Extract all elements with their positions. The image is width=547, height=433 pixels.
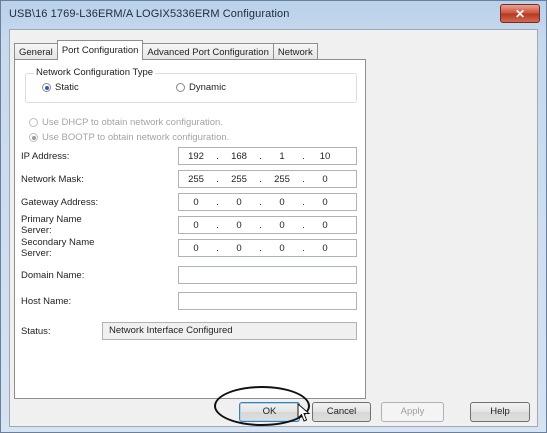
gateway-address-label: Gateway Address: bbox=[21, 197, 99, 208]
bootp-radio: Use BOOTP to obtain network configuratio… bbox=[29, 132, 229, 143]
secondary-name-server-label: Secondary Name Server: bbox=[21, 237, 94, 259]
tab-advanced-port-configuration[interactable]: Advanced Port Configuration bbox=[142, 43, 274, 60]
window-title: USB\16 1769-L36ERM/A LOGIX5336ERM Config… bbox=[9, 8, 290, 20]
gateway-octet-4: 0 bbox=[322, 196, 328, 208]
mask-octet-2: 255 bbox=[231, 173, 247, 185]
primary-name-server-label: Primary Name Server: bbox=[21, 214, 82, 236]
ip-octet-2: 168 bbox=[231, 150, 247, 162]
mask-octet-3: 255 bbox=[274, 173, 290, 185]
network-mask-label: Network Mask: bbox=[21, 174, 84, 185]
secondary-label-line-1: Secondary Name bbox=[21, 237, 95, 248]
primary-octet-1: 0 bbox=[193, 219, 199, 231]
cancel-button[interactable]: Cancel bbox=[312, 402, 371, 422]
gateway-octet-1: 0 bbox=[193, 196, 199, 208]
primary-label-line-2: Server: bbox=[21, 225, 52, 236]
ip-octet-3: 1 bbox=[279, 150, 285, 162]
primary-octet-3: 0 bbox=[279, 219, 285, 231]
static-radio[interactable]: Static bbox=[42, 82, 79, 93]
radio-selected-icon bbox=[42, 83, 51, 92]
secondary-octet-4: 0 bbox=[322, 242, 328, 254]
secondary-name-server-field[interactable]: 0. 0. 0. 0 bbox=[178, 239, 357, 257]
status-label: Status: bbox=[21, 326, 51, 337]
close-button[interactable]: ✕ bbox=[500, 4, 540, 23]
mask-octet-1: 255 bbox=[188, 173, 204, 185]
secondary-octet-2: 0 bbox=[236, 242, 242, 254]
tab-network[interactable]: Network bbox=[272, 43, 318, 60]
mouse-pointer-icon bbox=[297, 403, 311, 422]
tab-port-configuration[interactable]: Port Configuration bbox=[56, 40, 144, 60]
radio-icon bbox=[176, 83, 185, 92]
help-button[interactable]: Help bbox=[470, 402, 530, 422]
radio-icon bbox=[29, 118, 38, 127]
host-name-label: Host Name: bbox=[21, 296, 72, 307]
ip-address-field[interactable]: 192. 168. 1. 10 bbox=[178, 147, 357, 165]
group-label: Network Configuration Type bbox=[34, 67, 156, 78]
dialog-body: General Port Configuration Advanced Port… bbox=[9, 29, 538, 427]
secondary-octet-1: 0 bbox=[193, 242, 199, 254]
dynamic-label: Dynamic bbox=[189, 82, 226, 93]
ip-octet-1: 192 bbox=[188, 150, 204, 162]
status-field: Network Interface Configured bbox=[102, 322, 357, 340]
domain-name-label: Domain Name: bbox=[21, 270, 85, 281]
bootp-label: Use BOOTP to obtain network configuratio… bbox=[42, 132, 230, 143]
domain-name-field[interactable] bbox=[178, 266, 357, 284]
primary-label-line-1: Primary Name bbox=[21, 214, 82, 225]
port-configuration-page: Network Configuration Type Static Dynami… bbox=[14, 59, 366, 399]
gateway-octet-2: 0 bbox=[236, 196, 242, 208]
network-configuration-type-group: Network Configuration Type Static Dynami… bbox=[25, 67, 357, 103]
primary-name-server-field[interactable]: 0. 0. 0. 0 bbox=[178, 216, 357, 234]
primary-octet-4: 0 bbox=[322, 219, 328, 231]
tab-strip: General Port Configuration Advanced Port… bbox=[14, 40, 318, 60]
static-label: Static bbox=[55, 82, 79, 93]
ip-octet-4: 10 bbox=[319, 150, 331, 162]
close-icon: ✕ bbox=[514, 7, 526, 21]
title-bar[interactable]: USB\16 1769-L36ERM/A LOGIX5336ERM Config… bbox=[1, 1, 546, 29]
tab-general[interactable]: General bbox=[14, 43, 58, 60]
dhcp-radio: Use DHCP to obtain network configuration… bbox=[29, 117, 223, 128]
apply-button: Apply bbox=[381, 402, 444, 422]
secondary-label-line-2: Server: bbox=[21, 248, 52, 259]
network-mask-field[interactable]: 255. 255. 255. 0 bbox=[178, 170, 357, 188]
host-name-field[interactable] bbox=[178, 292, 357, 310]
gateway-octet-3: 0 bbox=[279, 196, 285, 208]
dynamic-radio[interactable]: Dynamic bbox=[176, 82, 226, 93]
config-dialog: USB\16 1769-L36ERM/A LOGIX5336ERM Config… bbox=[0, 0, 547, 433]
secondary-octet-3: 0 bbox=[279, 242, 285, 254]
highlight-circle bbox=[214, 386, 310, 426]
dhcp-label: Use DHCP to obtain network configuration… bbox=[42, 117, 223, 128]
mask-octet-4: 0 bbox=[322, 173, 328, 185]
ip-address-label: IP Address: bbox=[21, 151, 70, 162]
gateway-address-field[interactable]: 0. 0. 0. 0 bbox=[178, 193, 357, 211]
radio-selected-icon bbox=[29, 133, 38, 142]
primary-octet-2: 0 bbox=[236, 219, 242, 231]
